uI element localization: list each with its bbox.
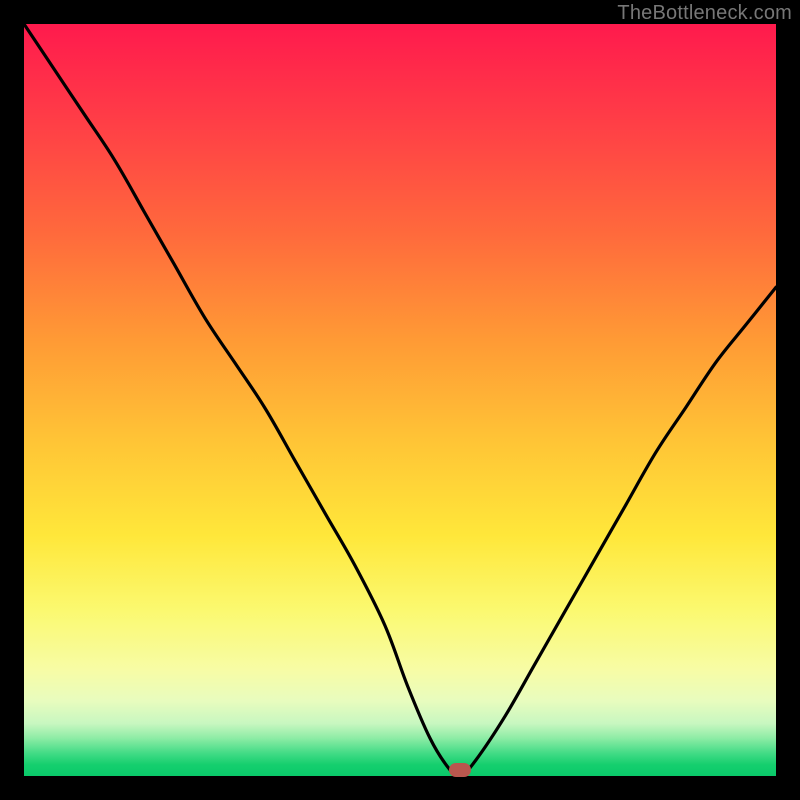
attribution-text: TheBottleneck.com xyxy=(617,2,792,25)
plot-area xyxy=(24,24,776,776)
bottleneck-curve xyxy=(24,24,776,776)
optimal-point-marker xyxy=(449,763,471,777)
chart-frame: TheBottleneck.com xyxy=(0,0,800,800)
